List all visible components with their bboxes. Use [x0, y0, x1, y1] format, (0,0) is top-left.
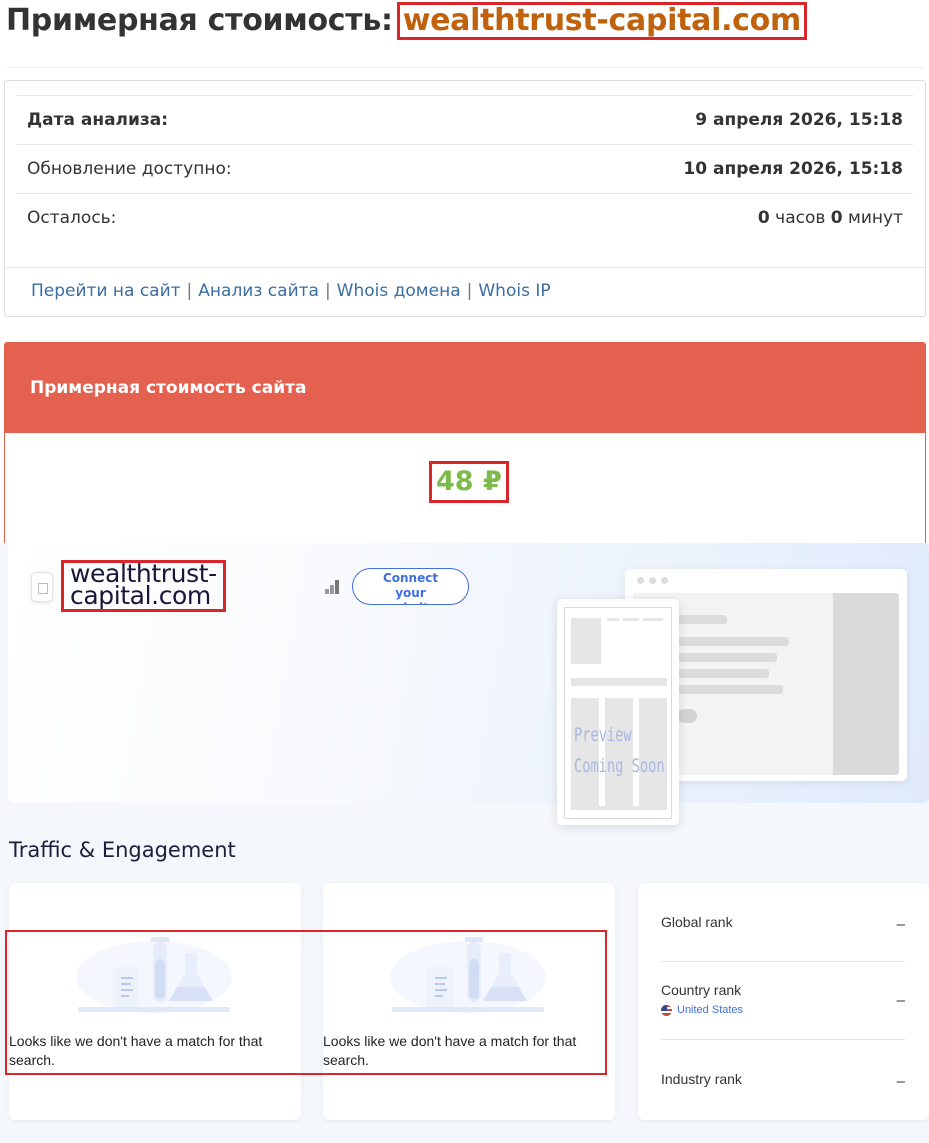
update-available-row: Обновление доступно: 10 апреля 2026, 15:…	[17, 144, 913, 193]
valuation-header: Примерная стоимость сайта	[5, 343, 925, 433]
country-rank-value: –	[896, 992, 905, 1009]
link-separator: |	[186, 281, 193, 301]
mobile-screen: Preview Coming Soon	[564, 607, 672, 819]
remaining-value: 0 часов 0 минут	[758, 208, 903, 228]
empty-state-message: Looks like we don't have a match for tha…	[9, 1033, 263, 1068]
page-title-prefix: Примерная стоимость:	[6, 3, 393, 38]
empty-state-message: Looks like we don't have a match for tha…	[323, 1033, 577, 1068]
industry-rank-row: Industry rank –	[661, 1071, 905, 1090]
rank-divider	[661, 1039, 905, 1040]
link-separator: |	[324, 281, 331, 301]
country-selector[interactable]: United States	[661, 1004, 905, 1016]
us-flag-icon	[661, 1004, 672, 1016]
site-domain-line-2: capital.com	[70, 581, 211, 610]
analysis-date-value: 9 апреля 2026, 15:18	[695, 110, 903, 130]
empty-state-illustration-icon	[76, 937, 232, 1013]
signal-strength-icon	[325, 580, 343, 594]
traffic-card-engagement: Looks like we don't have a match for tha…	[323, 883, 615, 1120]
mobile-preview-placeholder: Preview Coming Soon	[557, 599, 679, 825]
title-divider	[6, 67, 924, 68]
link-whois-ip[interactable]: Whois IP	[478, 281, 550, 301]
industry-rank-value: –	[896, 1073, 905, 1090]
rank-divider	[661, 961, 905, 962]
traffic-engagement-title: Traffic & Engagement	[9, 838, 236, 862]
link-site-analysis[interactable]: Анализ сайта	[198, 281, 319, 301]
remaining-label: Осталось:	[27, 208, 117, 228]
link-separator: |	[466, 281, 473, 301]
update-available-label: Обновление доступно:	[27, 159, 232, 179]
links-divider	[5, 267, 925, 268]
connect-button-line-1: Connect	[382, 571, 439, 585]
analysis-date-label: Дата анализа:	[27, 110, 169, 130]
valuation-panel: Примерная стоимость сайта 48 ₽	[4, 342, 926, 547]
traffic-card-visits: Looks like we don't have a match for tha…	[9, 883, 301, 1120]
update-available-value: 10 апреля 2026, 15:18	[683, 159, 903, 179]
country-rank-row: Country rank – United States	[661, 982, 905, 1016]
empty-state-illustration-icon	[390, 937, 546, 1013]
analysis-info-panel: Дата анализа: 9 апреля 2026, 15:18 Обнов…	[4, 80, 926, 317]
global-rank-row: Global rank –	[661, 914, 905, 933]
page-title: Примерная стоимость: wealthtrust-capital.…	[6, 2, 807, 40]
preview-text-line-2: Coming Soon	[574, 755, 665, 777]
browser-bar	[625, 569, 907, 591]
preview-coming-soon-text: Preview Coming Soon	[574, 720, 665, 782]
connect-button-line-3: website	[353, 601, 468, 604]
country-name: United States	[677, 1004, 744, 1016]
global-rank-value: –	[896, 916, 905, 933]
estimated-price: 48 ₽	[429, 461, 509, 503]
remaining-row: Осталось: 0 часов 0 минут	[17, 193, 913, 242]
remaining-hours: 0	[757, 208, 770, 228]
site-domain-name: wealthtrust-capital.com	[61, 560, 226, 612]
link-whois-domain[interactable]: Whois домена	[337, 281, 461, 301]
remaining-minutes-unit: минут	[848, 208, 903, 228]
document-icon	[31, 572, 53, 602]
link-go-to-site[interactable]: Перейти на сайт	[31, 281, 181, 301]
country-rank-label: Country rank	[661, 982, 742, 998]
similarweb-widget: wealthtrust-capital.com Connect your web…	[0, 543, 929, 1143]
page-title-domain: wealthtrust-capital.com	[396, 2, 807, 40]
analysis-date-row: Дата анализа: 9 апреля 2026, 15:18	[17, 95, 913, 144]
site-links: Перейти на сайт | Анализ сайта | Whois домен…	[31, 281, 551, 301]
global-rank-label: Global rank	[661, 914, 733, 930]
remaining-minutes: 0	[830, 208, 843, 228]
preview-text-line-1: Preview	[574, 724, 632, 746]
rank-card: Global rank – Country rank – United Stat…	[638, 883, 929, 1120]
connect-button-line-2: your	[395, 586, 426, 600]
connect-website-button[interactable]: Connect your website	[352, 568, 469, 605]
remaining-hours-unit: часов	[775, 208, 826, 228]
industry-rank-label: Industry rank	[661, 1071, 742, 1087]
